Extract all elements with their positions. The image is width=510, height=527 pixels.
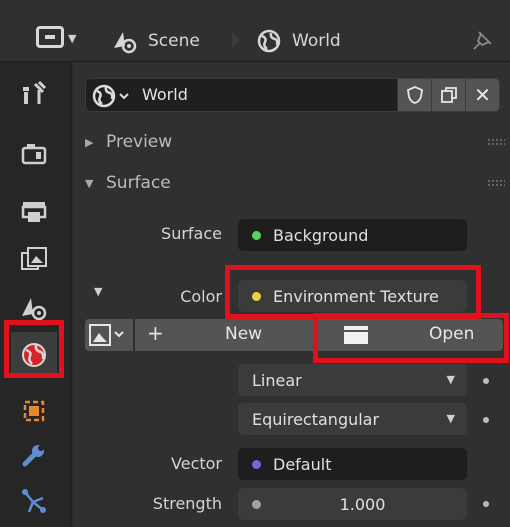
- breadcrumb-scene[interactable]: Scene: [112, 26, 200, 56]
- breadcrumb-world[interactable]: World: [256, 26, 341, 56]
- object-square-icon: [23, 400, 45, 422]
- surface-section-header[interactable]: ▼ Surface: [80, 167, 505, 201]
- breadcrumb-world-label: World: [292, 31, 341, 51]
- interpolation-value: Linear: [252, 370, 302, 390]
- surface-shader-value: Background: [273, 225, 369, 245]
- wrench-icon: [22, 445, 44, 467]
- drag-grip-icon[interactable]: [487, 138, 505, 146]
- vector-input-value: Default: [273, 454, 332, 474]
- plus-icon: +: [147, 321, 164, 345]
- chevron-down-icon: ▼: [446, 412, 455, 425]
- scene-icon: [22, 298, 47, 321]
- collapse-arrow-icon: ▼: [85, 177, 94, 190]
- color-expand-arrow-icon[interactable]: ▼: [94, 285, 102, 298]
- surface-shader-label: Surface: [161, 224, 222, 243]
- particles-icon: [22, 489, 46, 513]
- chevron-down-icon: ▼: [446, 373, 455, 386]
- expand-arrow-icon: ▶: [85, 136, 94, 149]
- object-tab[interactable]: [11, 388, 57, 434]
- preview-section-header[interactable]: ▶ Preview: [80, 126, 505, 160]
- properties-tab-bar: [0, 62, 72, 527]
- highlight-environment-texture: [225, 265, 481, 319]
- fake-user-button[interactable]: [397, 79, 431, 111]
- breadcrumb-separator: [232, 32, 240, 48]
- vector-socket-dot: [252, 459, 261, 469]
- preview-section-label: Preview: [106, 132, 173, 152]
- editor-type-button[interactable]: ▼: [32, 24, 82, 52]
- strength-slider[interactable]: 1.000: [238, 488, 467, 520]
- color-input-label: Color: [180, 287, 222, 306]
- render-tab[interactable]: [11, 130, 57, 176]
- surface-shader-field[interactable]: Background: [238, 219, 467, 251]
- vector-input-label: Vector: [171, 454, 222, 473]
- tool-tab[interactable]: [11, 70, 57, 116]
- modifier-tab[interactable]: [11, 432, 57, 478]
- projection-dropdown[interactable]: Equirectangular ▼: [238, 403, 467, 435]
- unlink-button[interactable]: ✕: [465, 79, 499, 111]
- close-icon: ✕: [474, 83, 491, 107]
- output-tab[interactable]: [11, 188, 57, 234]
- duplicate-icon: [440, 87, 457, 103]
- world-icon: [256, 28, 282, 54]
- shader-socket-dot: [252, 230, 261, 240]
- view-layer-tab[interactable]: [11, 236, 57, 282]
- world-browse-button[interactable]: [92, 83, 136, 109]
- image-browse-button[interactable]: [85, 319, 133, 351]
- particles-tab[interactable]: [11, 478, 57, 524]
- duplicate-button[interactable]: [431, 79, 465, 111]
- strength-value: 1.000: [339, 494, 386, 514]
- surface-section-label: Surface: [106, 173, 171, 193]
- scene-icon: [112, 28, 138, 54]
- new-image-button[interactable]: + New: [135, 319, 315, 351]
- highlight-world-tab: [4, 320, 64, 378]
- camera-back-icon: [21, 144, 47, 165]
- printer-icon: [21, 202, 47, 222]
- properties-editor-icon: [36, 26, 64, 48]
- world-datablock-selector[interactable]: World ✕: [85, 78, 500, 112]
- drag-grip-icon[interactable]: [487, 179, 505, 187]
- datablock-actions: ✕: [397, 79, 499, 111]
- vector-input-field[interactable]: Default: [238, 448, 467, 480]
- new-image-label: New: [225, 324, 263, 344]
- chevron-down-icon: ▼: [68, 32, 77, 45]
- shield-icon: [406, 86, 423, 104]
- interpolation-dropdown[interactable]: Linear ▼: [238, 364, 467, 396]
- keyframe-dot-icon[interactable]: [483, 378, 489, 384]
- projection-value: Equirectangular: [252, 409, 380, 429]
- keyframe-dot-icon[interactable]: [483, 417, 489, 423]
- tool-icon: [23, 80, 47, 104]
- strength-input-label: Strength: [152, 494, 222, 513]
- image-stack-icon: [21, 247, 47, 270]
- breadcrumb-scene-label: Scene: [148, 31, 200, 51]
- highlight-open-button: [313, 313, 509, 363]
- properties-header: ▼ Scene World: [0, 0, 510, 62]
- keyframe-dot-icon[interactable]: [483, 501, 489, 507]
- world-name-field[interactable]: World: [142, 85, 188, 104]
- image-icon: [89, 324, 124, 346]
- pin-icon[interactable]: [470, 27, 496, 53]
